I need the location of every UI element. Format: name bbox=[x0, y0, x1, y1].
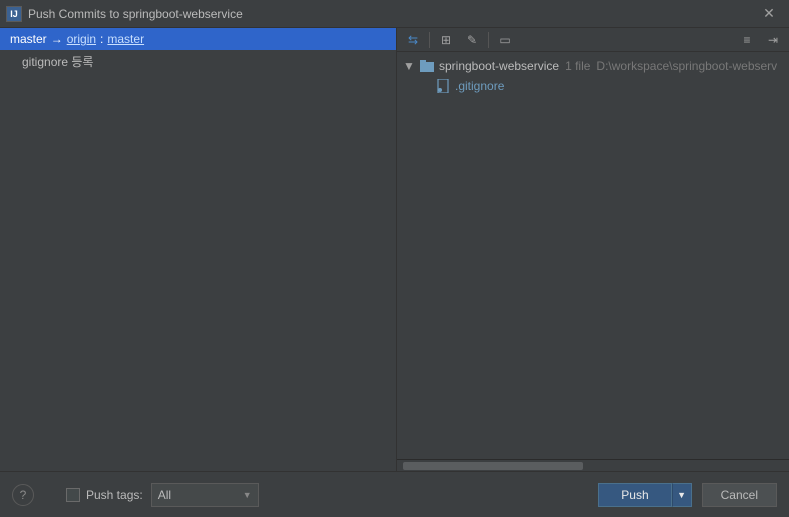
branch-row[interactable]: master → origin : master bbox=[0, 28, 396, 50]
commit-message: gitignore 등록 bbox=[22, 53, 93, 70]
tree-file-row[interactable]: .gitignore bbox=[403, 76, 783, 96]
scroll-thumb[interactable] bbox=[403, 462, 583, 470]
group-by-icon[interactable]: ⊞ bbox=[436, 30, 456, 50]
commits-panel: master → origin : master gitignore 등록 bbox=[0, 28, 397, 471]
push-button[interactable]: Push bbox=[598, 483, 671, 507]
horizontal-scrollbar[interactable] bbox=[397, 459, 789, 471]
toolbar-separator bbox=[429, 32, 430, 48]
folder-icon bbox=[419, 59, 435, 73]
help-button[interactable]: ? bbox=[12, 484, 34, 506]
file-icon bbox=[435, 79, 451, 93]
edit-icon[interactable]: ✎ bbox=[462, 30, 482, 50]
root-name: springboot-webservice bbox=[439, 59, 559, 73]
file-name: .gitignore bbox=[455, 79, 504, 93]
expand-icon[interactable]: ▼ bbox=[403, 59, 415, 73]
window-title: Push Commits to springboot-webservice bbox=[28, 7, 755, 21]
push-tags-dropdown[interactable]: All ▼ bbox=[151, 483, 259, 507]
arrow-icon: → bbox=[51, 32, 63, 46]
remote-repo-link[interactable]: origin bbox=[67, 32, 96, 46]
chevron-down-icon: ▼ bbox=[243, 490, 252, 500]
preview-icon[interactable]: ▭ bbox=[495, 30, 515, 50]
push-dropdown-button[interactable]: ▼ bbox=[672, 483, 692, 507]
expand-all-icon[interactable]: ≡ bbox=[737, 30, 757, 50]
titlebar: IJ Push Commits to springboot-webservice… bbox=[0, 0, 789, 28]
remote-branch-link[interactable]: master bbox=[107, 32, 144, 46]
files-panel: ⇆ ⊞ ✎ ▭ ≡ ⇥ ▼ springboot-webservice 1 fi… bbox=[397, 28, 789, 471]
push-button-group: Push ▼ bbox=[598, 483, 691, 507]
push-tags-checkbox[interactable] bbox=[66, 488, 80, 502]
dropdown-value: All bbox=[158, 488, 171, 502]
collapse-all-icon[interactable]: ⇥ bbox=[763, 30, 783, 50]
local-branch: master bbox=[10, 32, 47, 46]
colon: : bbox=[100, 32, 103, 46]
root-file-count: 1 file bbox=[565, 59, 590, 73]
file-tree: ▼ springboot-webservice 1 file D:\worksp… bbox=[397, 52, 789, 459]
footer: ? Push tags: All ▼ Push ▼ Cancel bbox=[0, 471, 789, 517]
push-button-label: Push bbox=[621, 488, 648, 502]
push-tags-label: Push tags: bbox=[86, 488, 143, 502]
close-icon[interactable]: ✕ bbox=[755, 5, 783, 22]
show-diff-icon[interactable]: ⇆ bbox=[403, 30, 423, 50]
tree-root-row[interactable]: ▼ springboot-webservice 1 file D:\worksp… bbox=[403, 56, 783, 76]
app-icon: IJ bbox=[6, 6, 22, 22]
toolbar: ⇆ ⊞ ✎ ▭ ≡ ⇥ bbox=[397, 28, 789, 52]
root-path: D:\workspace\springboot-webserv bbox=[596, 59, 777, 73]
cancel-button[interactable]: Cancel bbox=[702, 483, 777, 507]
cancel-button-label: Cancel bbox=[721, 488, 758, 502]
push-commits-dialog: IJ Push Commits to springboot-webservice… bbox=[0, 0, 789, 517]
dialog-body: master → origin : master gitignore 등록 ⇆ … bbox=[0, 28, 789, 471]
commit-row[interactable]: gitignore 등록 bbox=[0, 50, 396, 72]
toolbar-separator bbox=[488, 32, 489, 48]
